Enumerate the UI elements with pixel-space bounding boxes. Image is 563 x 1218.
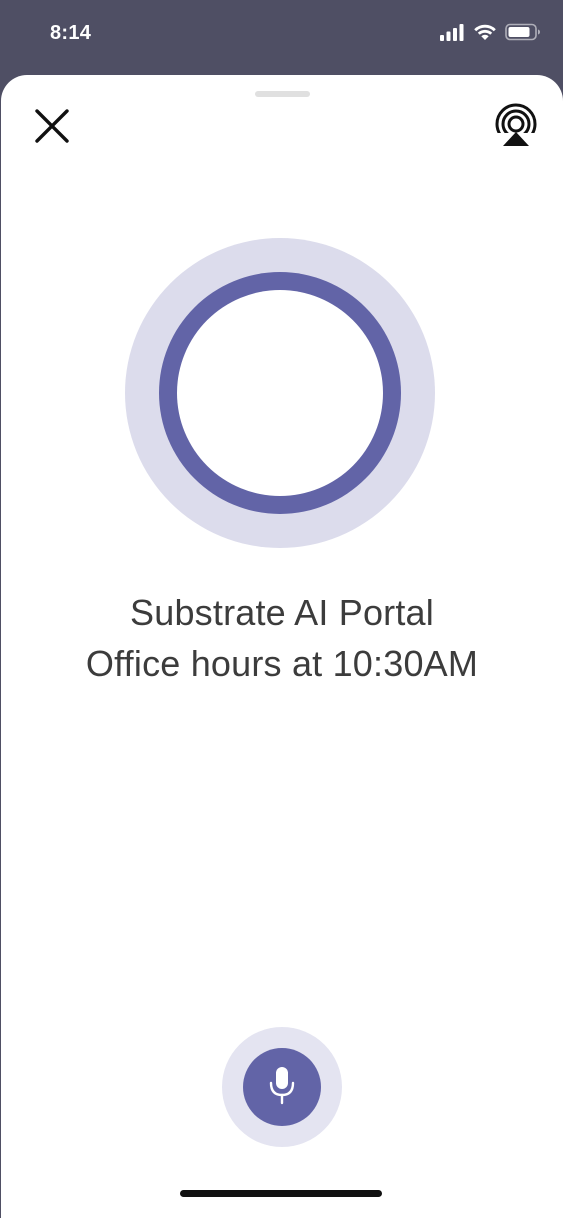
- battery-icon: [505, 23, 541, 46]
- airplay-button[interactable]: [491, 103, 541, 153]
- listening-orb: [125, 238, 435, 548]
- close-button[interactable]: [29, 105, 75, 151]
- microphone-button[interactable]: [222, 1027, 342, 1147]
- caption-line-2: Office hours at 10:30AM: [85, 643, 479, 684]
- assistant-caption: Substrate AI Portal Office hours at 10:3…: [1, 587, 563, 689]
- microphone-button-core[interactable]: [243, 1048, 321, 1126]
- cellular-signal-icon: [439, 23, 465, 46]
- sheet-grabber[interactable]: [255, 91, 310, 97]
- caption-line-1: Substrate AI Portal: [130, 592, 434, 633]
- status-icons: [439, 23, 541, 46]
- voice-assistant-sheet: Substrate AI Portal Office hours at 10:3…: [1, 75, 563, 1218]
- microphone-icon: [265, 1065, 299, 1110]
- close-icon: [34, 108, 70, 149]
- orb-center: [177, 290, 383, 496]
- home-indicator[interactable]: [180, 1190, 382, 1197]
- wifi-icon: [473, 23, 497, 46]
- airplay-icon: [493, 103, 539, 154]
- status-bar: 8:14: [0, 0, 563, 74]
- status-time: 8:14: [50, 22, 92, 44]
